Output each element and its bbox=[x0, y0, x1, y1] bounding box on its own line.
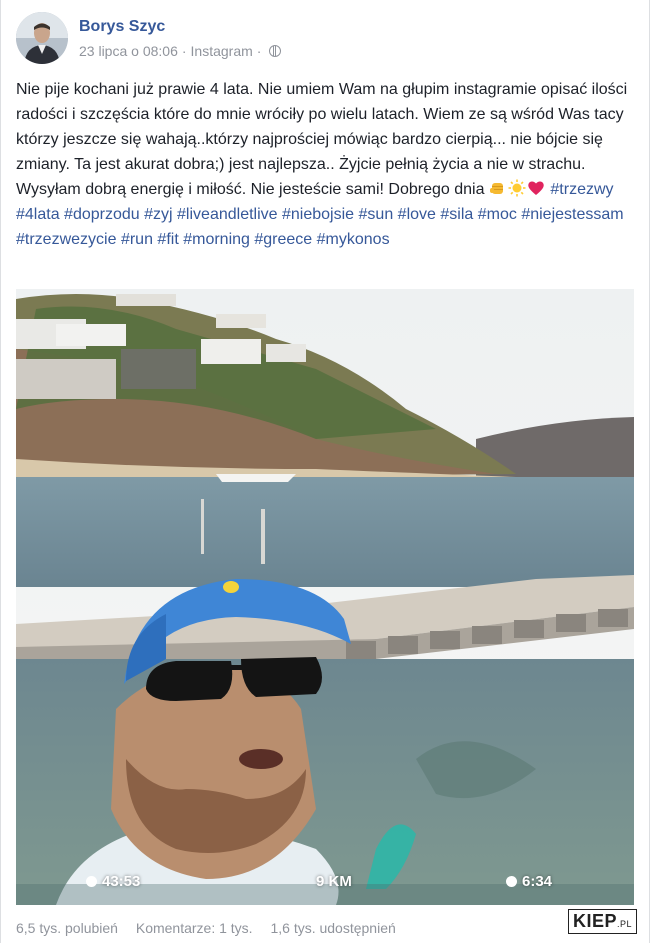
hashtag-link[interactable]: #mykonos bbox=[317, 231, 390, 248]
hashtag-link[interactable]: #sun bbox=[359, 206, 394, 223]
post-photo[interactable]: 43:53 9 KM 6:34 bbox=[16, 289, 634, 905]
hashtag-link[interactable]: #4lata bbox=[16, 206, 60, 223]
meta-separator-2: · bbox=[256, 43, 262, 59]
time-left-value: 43:53 bbox=[102, 873, 141, 890]
photo-image bbox=[16, 289, 634, 905]
time-right-value: 6:34 bbox=[522, 873, 553, 890]
hashtag-link[interactable]: #greece bbox=[254, 231, 312, 248]
hashtag-link[interactable]: #niejestessam bbox=[521, 206, 623, 223]
hashtag-link[interactable]: #zyj bbox=[144, 206, 172, 223]
watermark-main: KIEP bbox=[572, 911, 617, 931]
author-name[interactable]: Borys Szyc bbox=[79, 18, 165, 36]
overlay-distance: 9 KM bbox=[316, 873, 352, 890]
facebook-post: Borys Szyc 23 lipca o 08:06 · Instagram · N… bbox=[0, 0, 650, 943]
comments-count[interactable]: Komentarze: 1 tys. bbox=[136, 920, 253, 936]
fist-emoji bbox=[489, 179, 507, 197]
hashtag-link[interactable]: #morning bbox=[183, 231, 250, 248]
heart-emoji bbox=[527, 179, 545, 197]
hashtag-link[interactable]: #trzezwezycie bbox=[16, 231, 116, 248]
hashtag-link[interactable]: #sila bbox=[440, 206, 473, 223]
post-date[interactable]: 23 lipca o 08:06 bbox=[79, 43, 178, 59]
meta-separator: · bbox=[181, 43, 187, 59]
kiep-watermark-logo: KIEP.PL bbox=[567, 909, 637, 934]
sun-emoji bbox=[508, 179, 526, 197]
post-header: Borys Szyc 23 lipca o 08:06 · Instagram · bbox=[16, 12, 616, 64]
hashtag-link[interactable]: #run bbox=[121, 231, 153, 248]
post-meta: 23 lipca o 08:06 · Instagram · bbox=[79, 43, 282, 59]
timer-icon bbox=[86, 876, 97, 887]
post-text: Nie pije kochani już prawie 4 lata. Nie … bbox=[16, 77, 636, 252]
post-source[interactable]: Instagram bbox=[191, 43, 253, 59]
post-stats: 6,5 tys. polubień Komentarze: 1 tys. 1,6… bbox=[16, 920, 410, 936]
hashtag-link[interactable]: #fit bbox=[157, 231, 178, 248]
hashtag-link[interactable]: #trzezwy bbox=[550, 181, 613, 198]
watermark-suffix: .PL bbox=[616, 919, 632, 929]
hashtag-link[interactable]: #niebojsie bbox=[282, 206, 354, 223]
shares-count[interactable]: 1,6 tys. udostępnień bbox=[270, 920, 395, 936]
hashtag-link[interactable]: #doprzodu bbox=[64, 206, 140, 223]
pace-icon bbox=[506, 876, 517, 887]
hashtag-link[interactable]: #love bbox=[398, 206, 436, 223]
author-avatar[interactable] bbox=[16, 12, 68, 64]
hashtag-link[interactable]: #liveandletlive bbox=[177, 206, 278, 223]
likes-count[interactable]: 6,5 tys. polubień bbox=[16, 920, 118, 936]
hashtag-link[interactable]: #moc bbox=[478, 206, 517, 223]
globe-icon[interactable] bbox=[269, 45, 282, 57]
overlay-time-left: 43:53 bbox=[86, 873, 140, 890]
overlay-time-right: 6:34 bbox=[506, 873, 552, 890]
